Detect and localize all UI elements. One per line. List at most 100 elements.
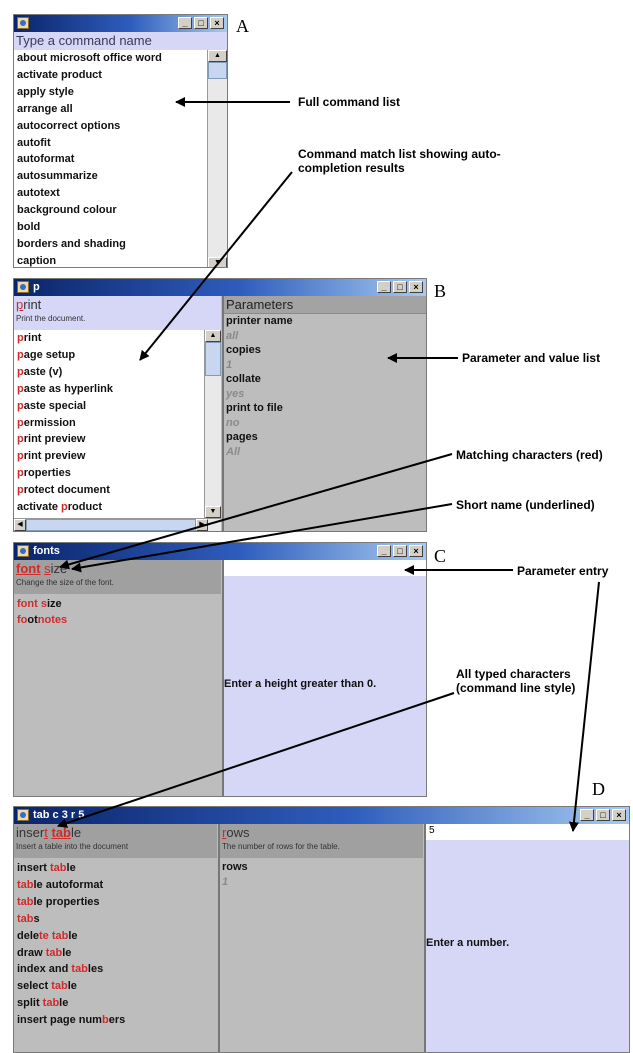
list-item-text: aste (v) bbox=[23, 365, 63, 378]
maximize-button[interactable]: □ bbox=[393, 545, 407, 557]
scroll-thumb[interactable] bbox=[208, 62, 227, 79]
list-item[interactable]: print preview bbox=[14, 431, 204, 448]
list-item[interactable]: print preview bbox=[14, 448, 204, 465]
close-button[interactable]: × bbox=[409, 281, 423, 293]
match-list-scrollbar[interactable]: ▲ ▼ bbox=[204, 330, 221, 518]
close-button[interactable]: × bbox=[612, 809, 626, 821]
annotation-typed-chars: All typed characters (command line style… bbox=[456, 667, 576, 695]
parameter-name[interactable]: collate bbox=[224, 372, 426, 387]
minimize-button[interactable]: _ bbox=[178, 17, 192, 29]
minimize-button[interactable]: _ bbox=[580, 809, 594, 821]
maximize-button[interactable]: □ bbox=[194, 17, 208, 29]
list-item[interactable]: arrange all bbox=[14, 101, 207, 118]
window-b-title: p bbox=[33, 281, 40, 293]
scroll-up-button[interactable]: ▲ bbox=[205, 330, 221, 342]
list-item[interactable]: split table bbox=[14, 995, 217, 1012]
list-item-text: ermission bbox=[23, 416, 76, 429]
minimize-button[interactable]: _ bbox=[377, 281, 391, 293]
list-item[interactable]: table properties bbox=[14, 894, 217, 911]
window-c-titlebar[interactable]: fonts _ □ × bbox=[14, 543, 426, 560]
list-item[interactable]: apply style bbox=[14, 84, 207, 101]
parameter-name[interactable]: print to file bbox=[224, 401, 426, 416]
list-item[interactable]: insert page numbers bbox=[14, 1012, 217, 1029]
list-item[interactable]: insert table bbox=[14, 860, 217, 877]
parameter-entry-field[interactable]: 5 bbox=[426, 824, 629, 840]
minimize-button[interactable]: _ bbox=[377, 545, 391, 557]
command-match-list[interactable]: font size footnotes bbox=[14, 594, 221, 628]
parameter-value-list[interactable]: printer name all copies 1 collate yes print to… bbox=[224, 314, 426, 459]
command-input[interactable]: Type a command name bbox=[14, 32, 227, 50]
selected-command-header: font size Change the size of the font. bbox=[14, 560, 221, 594]
list-item[interactable]: font size bbox=[14, 596, 221, 612]
close-button[interactable]: × bbox=[210, 17, 224, 29]
parameter-entry-field[interactable] bbox=[224, 560, 426, 576]
matched-chars: p bbox=[17, 450, 24, 463]
matched-chars: tab bbox=[45, 946, 63, 959]
list-item-text: dele bbox=[17, 929, 40, 942]
window-a-titlebar[interactable]: _ □ × bbox=[14, 15, 227, 32]
list-item[interactable]: select table bbox=[14, 978, 217, 995]
scroll-left-button[interactable]: ◀ bbox=[14, 519, 26, 531]
scroll-right-button[interactable]: ▶ bbox=[196, 519, 208, 531]
list-item[interactable]: tabs bbox=[14, 911, 217, 928]
command-list-scrollbar[interactable]: ▲ ▼ bbox=[207, 50, 227, 267]
list-item[interactable]: table autoformat bbox=[14, 877, 217, 894]
scroll-down-button[interactable]: ▼ bbox=[208, 257, 227, 267]
command-match-list[interactable]: insert table table autoformat table proper… bbox=[14, 858, 217, 1029]
command-input-placeholder: Type a command name bbox=[16, 33, 152, 48]
scroll-down-button[interactable]: ▼ bbox=[205, 506, 221, 518]
selected-command-description: Print the document. bbox=[16, 314, 86, 323]
list-item[interactable]: print bbox=[14, 330, 204, 347]
matched-chars: tab bbox=[50, 862, 67, 874]
window-b-titlebar[interactable]: p _ □ × bbox=[14, 279, 426, 296]
list-item[interactable]: autofit bbox=[14, 135, 207, 152]
list-item[interactable]: borders and shading bbox=[14, 236, 207, 253]
label-c: C bbox=[434, 546, 447, 566]
list-item[interactable]: autocorrect options bbox=[14, 118, 207, 135]
window-d-titlebar[interactable]: tab c 3 r 5 _ □ × bbox=[14, 807, 629, 824]
horizontal-scroll-thumb[interactable] bbox=[26, 519, 196, 531]
maximize-button[interactable]: □ bbox=[596, 809, 610, 821]
parameter-name[interactable]: rows bbox=[220, 860, 423, 875]
list-item[interactable]: autosummarize bbox=[14, 168, 207, 185]
scroll-thumb[interactable] bbox=[205, 342, 221, 376]
scroll-up-button[interactable]: ▲ bbox=[208, 50, 227, 62]
horizontal-scrollbar[interactable]: ◀ ▶ bbox=[14, 518, 221, 531]
list-item-text: rint preview bbox=[23, 450, 86, 463]
list-item[interactable]: footnotes bbox=[14, 612, 221, 628]
list-item[interactable]: draw table bbox=[14, 945, 217, 962]
list-item-text: aste special bbox=[23, 399, 87, 412]
full-command-list[interactable]: about microsoft office word activate prod… bbox=[14, 50, 207, 267]
maximize-button[interactable]: □ bbox=[393, 281, 407, 293]
list-item[interactable]: autoformat bbox=[14, 151, 207, 168]
list-item-text: index and bbox=[17, 963, 72, 976]
list-item[interactable]: paste special bbox=[14, 398, 204, 415]
list-item[interactable]: bold bbox=[14, 219, 207, 236]
list-item[interactable]: autotext bbox=[14, 185, 207, 202]
list-item[interactable]: activate product bbox=[14, 67, 207, 84]
command-match-list[interactable]: print page setup paste (v) paste as hyperli… bbox=[14, 330, 204, 518]
list-item[interactable]: index and tables bbox=[14, 961, 217, 978]
list-item[interactable]: paste (v) bbox=[14, 364, 204, 381]
list-item[interactable]: caption bbox=[14, 253, 207, 267]
list-item[interactable]: permission bbox=[14, 415, 204, 432]
list-item[interactable]: activate product bbox=[14, 499, 204, 516]
close-button[interactable]: × bbox=[409, 545, 423, 557]
list-item-text: select bbox=[17, 980, 52, 993]
annotation-param-list: Parameter and value list bbox=[462, 351, 601, 365]
annotation-match-list: Command match list showing auto-completi… bbox=[298, 147, 501, 175]
list-item[interactable]: page setup bbox=[14, 347, 204, 364]
list-item[interactable]: delete table bbox=[14, 928, 217, 945]
list-item[interactable]: paste as hyperlink bbox=[14, 381, 204, 398]
parameter-name[interactable]: printer name bbox=[224, 314, 426, 329]
parameter-name[interactable]: pages bbox=[224, 430, 426, 445]
list-item-text: rotect document bbox=[23, 484, 110, 497]
parameter-name[interactable]: copies bbox=[224, 343, 426, 358]
list-item[interactable]: protect document bbox=[14, 482, 204, 499]
matched-chars: p bbox=[61, 501, 68, 514]
list-item[interactable]: properties bbox=[14, 465, 204, 482]
list-item-text: insert page num bbox=[17, 1014, 102, 1027]
matched-chars: p bbox=[17, 484, 24, 497]
list-item[interactable]: about microsoft office word bbox=[14, 50, 207, 67]
list-item[interactable]: background colour bbox=[14, 202, 207, 219]
